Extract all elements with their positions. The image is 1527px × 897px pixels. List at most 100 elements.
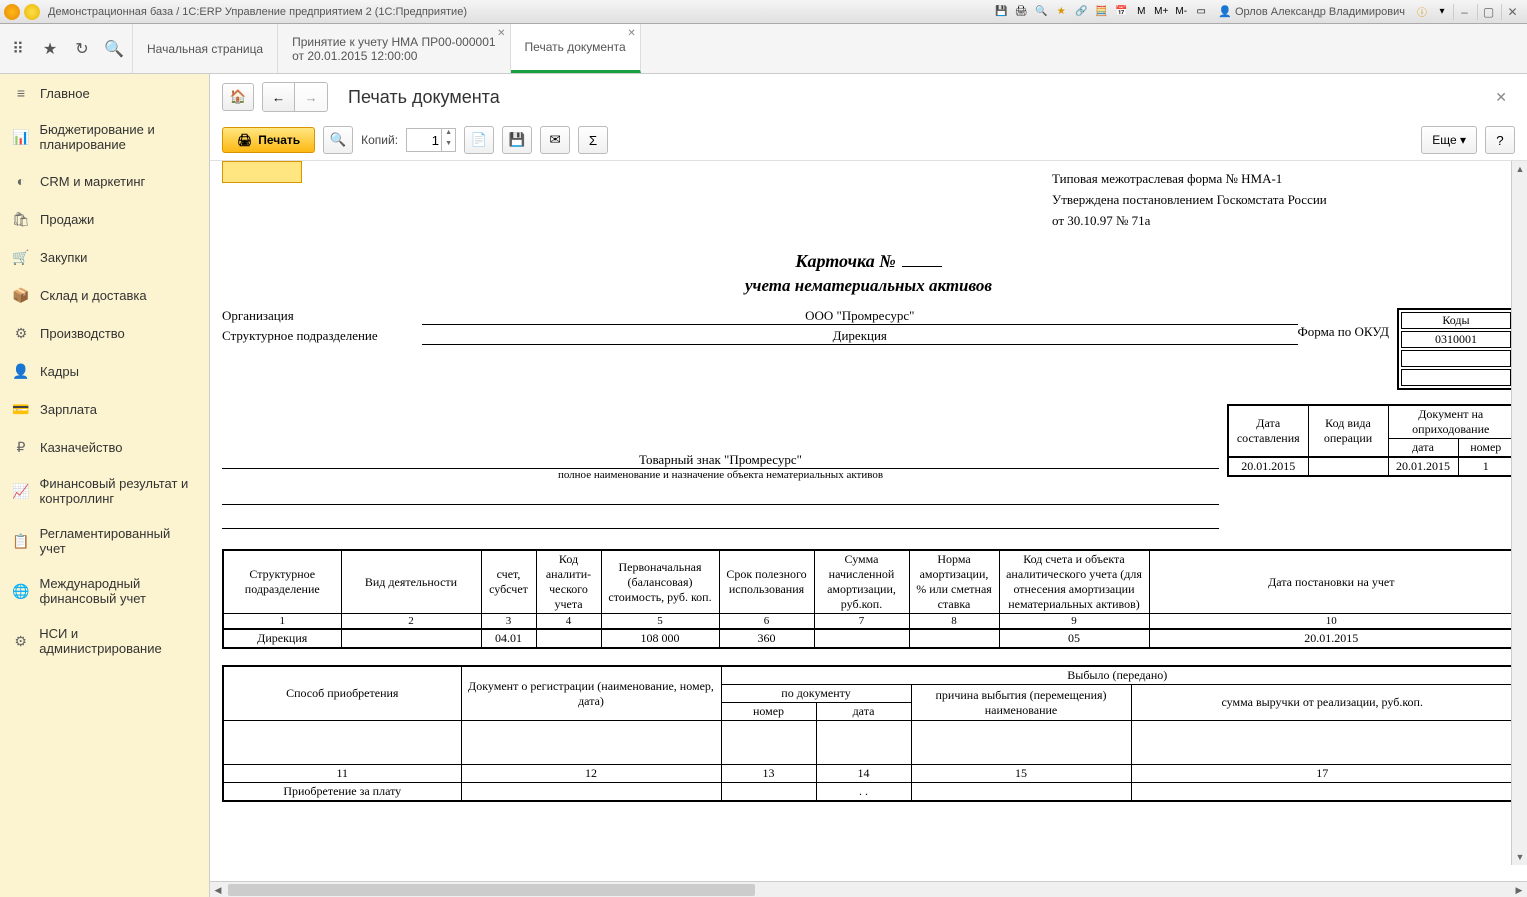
sidebar-item-finance[interactable]: 📈Финансовый результат и контроллинг	[0, 466, 209, 516]
calc-icon[interactable]: 🧮	[1092, 4, 1110, 20]
sidebar-item-regulated[interactable]: 📋Регламентированный учет	[0, 516, 209, 566]
mail-button[interactable]: ✉	[540, 126, 570, 154]
gear-icon: ⚙	[12, 324, 30, 342]
help-button[interactable]: ?	[1485, 126, 1515, 154]
tab-label: Печать документа	[525, 40, 626, 54]
ops-cell: 1	[1458, 457, 1514, 476]
sidebar-item-production[interactable]: ⚙Производство	[0, 314, 209, 352]
settings-icon: ⚙	[12, 632, 29, 650]
sidebar-item-label: Финансовый результат и контроллинг	[39, 476, 197, 506]
okud-code: 0310001	[1401, 331, 1511, 348]
info-dropdown-icon[interactable]: ▾	[1433, 4, 1451, 20]
scroll-thumb[interactable]	[228, 884, 755, 896]
search-icon[interactable]: 🔍	[104, 39, 124, 59]
sidebar-item-budget[interactable]: 📊Бюджетирование и планирование	[0, 112, 209, 162]
card-icon: 💳	[12, 400, 30, 418]
sidebar: ≡Главное 📊Бюджетирование и планирование …	[0, 74, 210, 897]
content-close-button[interactable]: ✕	[1487, 85, 1515, 110]
star-icon[interactable]: ★	[40, 39, 60, 59]
td: Приобретение за плату	[223, 783, 461, 802]
sidebar-item-warehouse[interactable]: 📦Склад и доставка	[0, 276, 209, 314]
preview-icon[interactable]: 🔍	[1032, 4, 1050, 20]
col-num: 4	[536, 614, 601, 630]
link-icon[interactable]: 🔗	[1072, 4, 1090, 20]
info-icon[interactable]: ⓘ	[1413, 4, 1431, 20]
user-info[interactable]: 👤 Орлов Александр Владимирович	[1218, 5, 1405, 18]
ops-cell: 20.01.2015	[1228, 457, 1308, 476]
memory-m[interactable]: M	[1132, 4, 1150, 20]
col-num: 9	[999, 614, 1149, 630]
minimize-button[interactable]: –	[1453, 4, 1475, 20]
scroll-left-icon[interactable]: ◀	[210, 882, 226, 897]
history-icon[interactable]: ↻	[72, 39, 92, 59]
tab-print[interactable]: Печать документа ✕	[511, 24, 641, 73]
forward-button[interactable]: →	[295, 83, 327, 111]
th: Код аналити­чес­кого учета	[536, 550, 601, 614]
document-viewport[interactable]: Типовая межотраслевая форма № НМА-1 Утве…	[210, 161, 1527, 881]
sidebar-item-purchases[interactable]: 🛒Закупки	[0, 238, 209, 276]
sidebar-item-label: Склад и доставка	[40, 288, 147, 303]
horizontal-scrollbar[interactable]: ◀ ▶	[210, 881, 1527, 897]
home-button[interactable]: 🏠	[222, 83, 254, 111]
back-button[interactable]: ←	[263, 83, 295, 111]
print-icon[interactable]: 🖨	[1012, 4, 1030, 20]
more-button[interactable]: Еще ▾	[1421, 126, 1477, 154]
app-icon	[4, 4, 20, 20]
panel-icon[interactable]: ▭	[1192, 4, 1210, 20]
td	[1131, 721, 1514, 765]
sidebar-item-label: Закупки	[40, 250, 87, 265]
vertical-scrollbar[interactable]: ▲ ▼	[1511, 161, 1527, 865]
ops-subheader: дата	[1388, 439, 1458, 458]
th: Сумма начисленной амортизации, руб.коп.	[814, 550, 909, 614]
spinner-down[interactable]: ▼	[441, 140, 455, 151]
sidebar-item-hr[interactable]: 👤Кадры	[0, 352, 209, 390]
sidebar-item-admin[interactable]: ⚙НСИ и администрирование	[0, 616, 209, 666]
memory-m-minus[interactable]: M-	[1172, 4, 1190, 20]
dropdown-icon[interactable]	[24, 4, 40, 20]
form-subtitle: учета нематериальных активов	[222, 276, 1515, 296]
window-title: Демонстрационная база / 1С:ERP Управлени…	[48, 6, 467, 18]
sidebar-item-salary[interactable]: 💳Зарплата	[0, 390, 209, 428]
sidebar-item-treasury[interactable]: ₽Казначейство	[0, 428, 209, 466]
object-caption: полное наименование и назначение объекта…	[222, 469, 1219, 481]
tab-document[interactable]: Принятие к учету НМА ПР00-000001 от 20.0…	[278, 24, 510, 73]
form-title: Карточка №	[222, 251, 1515, 272]
tab-start[interactable]: Начальная страница	[133, 24, 278, 73]
chart-icon: 📊	[12, 128, 29, 146]
td	[461, 783, 721, 802]
sum-button[interactable]: Σ	[578, 126, 608, 154]
codes-table: Коды 0310001	[1397, 308, 1515, 390]
favorite-icon[interactable]: ★	[1052, 4, 1070, 20]
spinner-up[interactable]: ▲	[441, 129, 455, 140]
save-doc-button[interactable]: 💾	[502, 126, 532, 154]
td	[461, 721, 721, 765]
calendar-icon[interactable]: 📅	[1112, 4, 1130, 20]
sheet-button[interactable]: 📄	[464, 126, 494, 154]
memory-m-plus[interactable]: M+	[1152, 4, 1170, 20]
sidebar-item-crm[interactable]: ◐CRM и маркетинг	[0, 162, 209, 200]
preview-button[interactable]: 🔍	[323, 126, 353, 154]
td	[536, 629, 601, 648]
maximize-button[interactable]: ▢	[1477, 4, 1499, 20]
td	[909, 629, 999, 648]
scroll-down-icon[interactable]: ▼	[1512, 849, 1527, 865]
print-button[interactable]: 🖨 Печать	[222, 127, 315, 153]
ops-cell: 20.01.2015	[1388, 457, 1458, 476]
save-icon[interactable]: 💾	[992, 4, 1010, 20]
tab-label-line2: от 20.01.2015 12:00:00	[292, 49, 495, 63]
sidebar-item-sales[interactable]: 🛍Продажи	[0, 200, 209, 238]
scroll-up-icon[interactable]: ▲	[1512, 161, 1527, 177]
td	[721, 783, 816, 802]
th: Структурное подразделение	[223, 550, 341, 614]
sidebar-item-main[interactable]: ≡Главное	[0, 74, 209, 112]
th: Норма амортиза­ции, % или сметная ставка	[909, 550, 999, 614]
td: 108 000	[601, 629, 719, 648]
apps-icon[interactable]: ⠿	[8, 39, 28, 59]
tab-close-icon[interactable]: ✕	[627, 28, 635, 39]
tab-close-icon[interactable]: ✕	[497, 28, 505, 39]
close-button[interactable]: ✕	[1501, 4, 1523, 20]
sidebar-item-label: Казначейство	[40, 440, 122, 455]
td	[1131, 783, 1514, 802]
sidebar-item-intl[interactable]: 🌐Международный финансовый учет	[0, 566, 209, 616]
scroll-right-icon[interactable]: ▶	[1511, 882, 1527, 897]
